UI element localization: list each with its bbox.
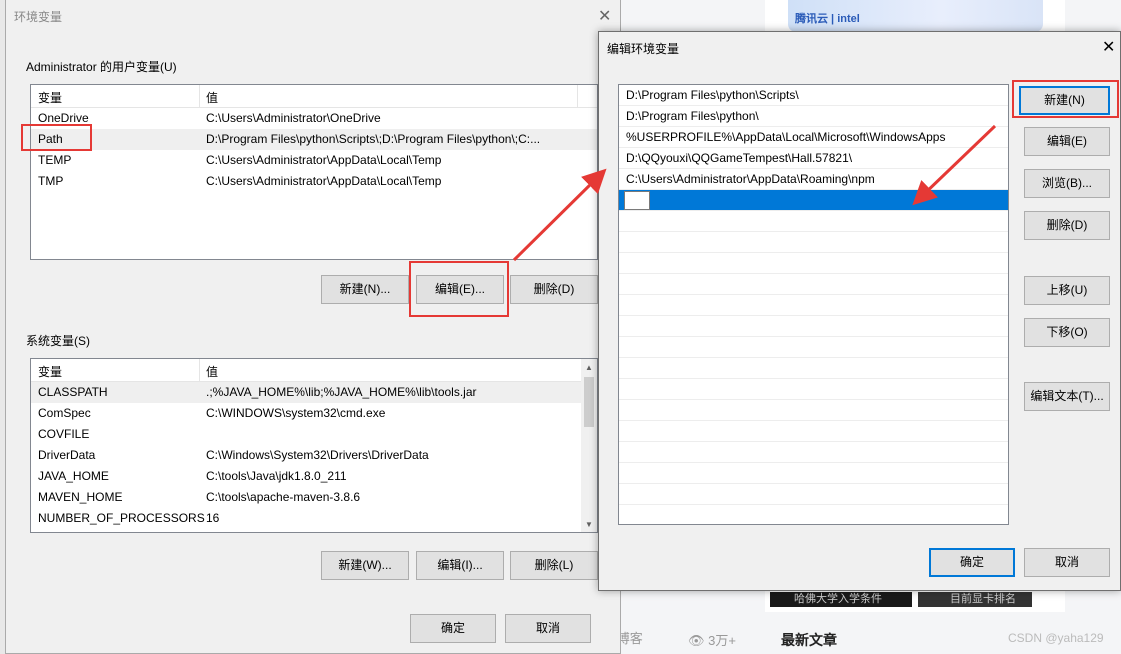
arrow-to-edit-dialog [512,168,607,262]
annotation-arrows [512,124,997,262]
arrow-to-new-row [912,124,997,206]
